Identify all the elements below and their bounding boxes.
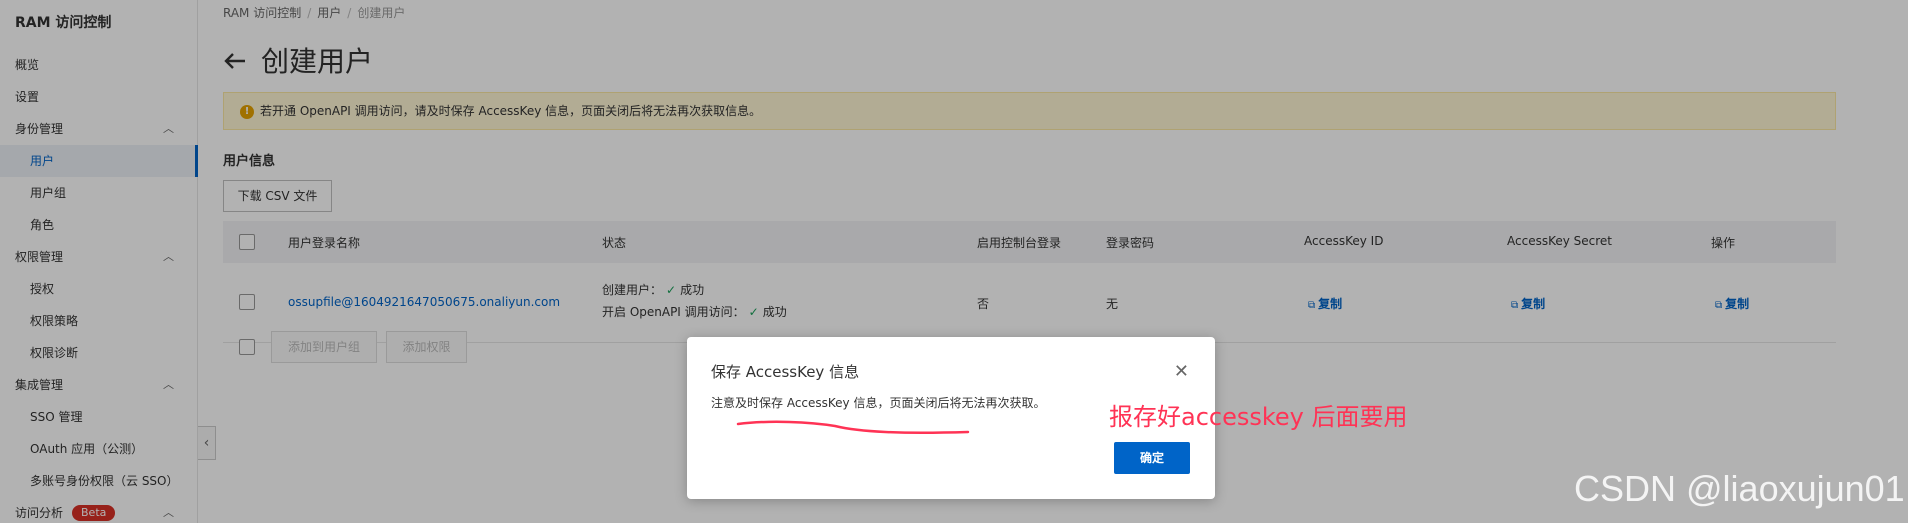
handwritten-annotation: 报存好accesskey 后面要用	[1109, 403, 1408, 431]
red-underline-scribble	[736, 420, 970, 434]
app-root: RAM 访问控制 概览 设置 身份管理 ︿ 用户 用户组 角色 权限管理 ︿ 授权 …	[0, 0, 1908, 523]
watermark: CSDN @liaoxujun01	[1574, 468, 1905, 509]
